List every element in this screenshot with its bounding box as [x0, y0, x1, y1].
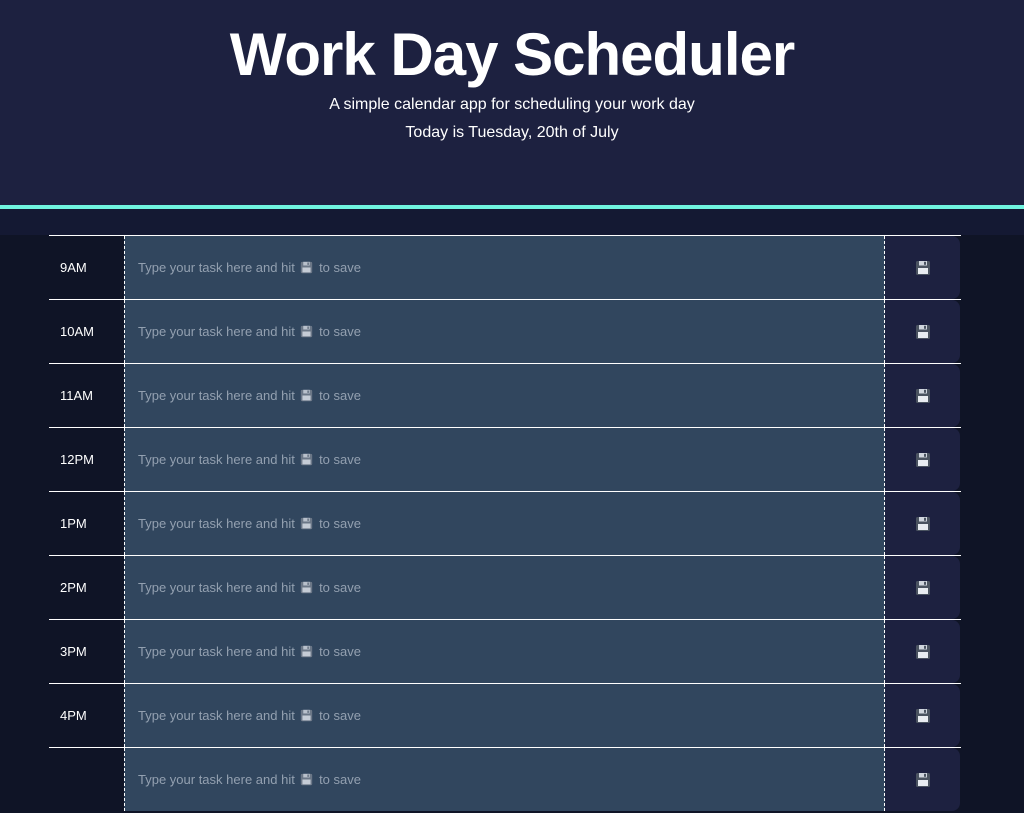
hour-label: 10AM [49, 300, 124, 363]
task-input[interactable]: Type your task here and hit to save [124, 556, 885, 619]
task-input[interactable]: Type your task here and hit to save [124, 428, 885, 491]
floppy-disk-icon [915, 644, 931, 660]
time-block-list: 9AM Type your task here and hit to save 10… [49, 235, 961, 811]
floppy-disk-icon [915, 580, 931, 596]
time-block-row: 10AM Type your task here and hit to save [49, 299, 961, 363]
task-placeholder-suffix: to save [319, 772, 361, 787]
task-placeholder-text: Type your task here and hit [138, 516, 295, 531]
floppy-disk-icon [915, 516, 931, 532]
floppy-disk-icon [915, 772, 931, 788]
hour-label: 3PM [49, 620, 124, 683]
task-placeholder-suffix: to save [319, 324, 361, 339]
save-button[interactable] [885, 428, 960, 491]
save-button[interactable] [885, 556, 960, 619]
time-block-row: 9AM Type your task here and hit to save [49, 235, 961, 299]
task-placeholder-text: Type your task here and hit [138, 324, 295, 339]
floppy-disk-icon [300, 430, 313, 466]
hour-label: 11AM [49, 364, 124, 427]
task-placeholder-text: Type your task here and hit [138, 708, 295, 723]
task-placeholder-text: Type your task here and hit [138, 388, 295, 403]
floppy-disk-icon [915, 324, 931, 340]
save-button[interactable] [885, 492, 960, 555]
floppy-disk-icon [915, 452, 931, 468]
time-block-row: 4PM Type your task here and hit to save [49, 683, 961, 747]
save-button[interactable] [885, 684, 960, 747]
save-button[interactable] [885, 620, 960, 683]
hour-label: 12PM [49, 428, 124, 491]
hour-label [49, 748, 124, 811]
task-placeholder-text: Type your task here and hit [138, 772, 295, 787]
floppy-disk-icon [300, 686, 313, 722]
task-placeholder-suffix: to save [319, 708, 361, 723]
save-button[interactable] [885, 236, 960, 299]
floppy-disk-icon [300, 622, 313, 658]
task-placeholder-suffix: to save [319, 260, 361, 275]
floppy-disk-icon [915, 708, 931, 724]
task-input[interactable]: Type your task here and hit to save [124, 492, 885, 555]
task-input[interactable]: Type your task here and hit to save [124, 236, 885, 299]
floppy-disk-icon [915, 260, 931, 276]
task-placeholder-suffix: to save [319, 516, 361, 531]
task-placeholder-suffix: to save [319, 644, 361, 659]
task-input[interactable]: Type your task here and hit to save [124, 620, 885, 683]
page-subtitle: A simple calendar app for scheduling you… [329, 96, 695, 113]
task-input[interactable]: Type your task here and hit to save [124, 364, 885, 427]
task-input[interactable]: Type your task here and hit to save [124, 300, 885, 363]
time-block-row: Type your task here and hit to save [49, 747, 961, 811]
floppy-disk-icon [300, 366, 313, 402]
task-placeholder-suffix: to save [319, 452, 361, 467]
floppy-disk-icon [300, 494, 313, 530]
hour-label: 4PM [49, 684, 124, 747]
time-block-row: 11AM Type your task here and hit to save [49, 363, 961, 427]
task-placeholder-text: Type your task here and hit [138, 452, 295, 467]
floppy-disk-icon [300, 558, 313, 594]
task-placeholder-suffix: to save [319, 580, 361, 595]
task-placeholder-text: Type your task here and hit [138, 644, 295, 659]
page-title: Work Day Scheduler [229, 21, 795, 88]
scheduler-band [0, 209, 1024, 235]
page-header: Work Day Scheduler A simple calendar app… [0, 0, 1024, 205]
task-input[interactable]: Type your task here and hit to save [124, 748, 885, 811]
time-block-row: 1PM Type your task here and hit to save [49, 491, 961, 555]
floppy-disk-icon [300, 302, 313, 338]
hour-label: 1PM [49, 492, 124, 555]
save-button[interactable] [885, 748, 960, 811]
floppy-disk-icon [915, 388, 931, 404]
time-block-row: 12PM Type your task here and hit to save [49, 427, 961, 491]
task-placeholder-text: Type your task here and hit [138, 580, 295, 595]
hour-label: 2PM [49, 556, 124, 619]
task-input[interactable]: Type your task here and hit to save [124, 684, 885, 747]
floppy-disk-icon [300, 750, 313, 786]
save-button[interactable] [885, 300, 960, 363]
hour-label: 9AM [49, 236, 124, 299]
task-placeholder-suffix: to save [319, 388, 361, 403]
task-placeholder-text: Type your task here and hit [138, 260, 295, 275]
save-button[interactable] [885, 364, 960, 427]
floppy-disk-icon [300, 238, 313, 274]
time-block-row: 3PM Type your task here and hit to save [49, 619, 961, 683]
time-block-row: 2PM Type your task here and hit to save [49, 555, 961, 619]
current-date: Today is Tuesday, 20th of July [405, 124, 619, 141]
